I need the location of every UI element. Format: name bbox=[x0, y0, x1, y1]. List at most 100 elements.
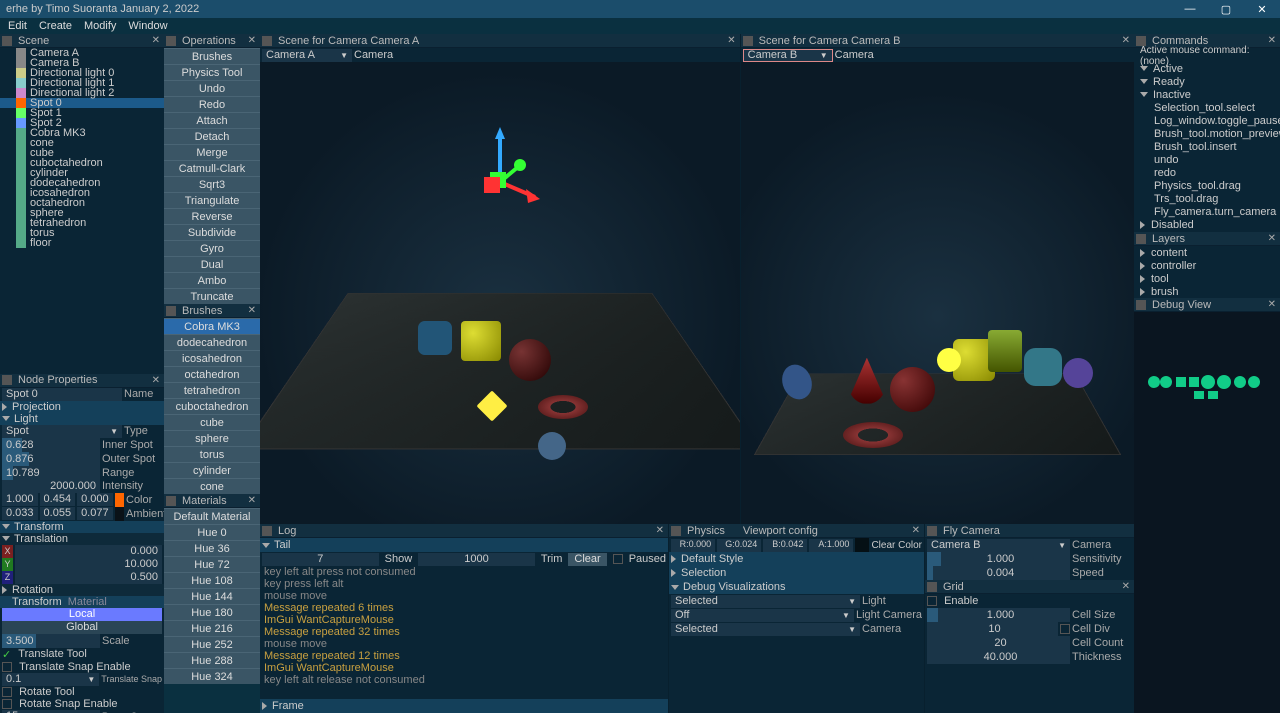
translation-expand[interactable]: Translation bbox=[0, 533, 164, 545]
node-properties-header[interactable]: Node Properties ✕ bbox=[0, 374, 164, 388]
material-button[interactable]: Default Material bbox=[164, 508, 260, 524]
brush-button[interactable]: icosahedron bbox=[164, 350, 260, 366]
menu-edit[interactable]: Edit bbox=[4, 20, 31, 32]
scene-item[interactable]: Directional light 2 bbox=[0, 88, 164, 98]
operations-header[interactable]: Operations✕ bbox=[164, 34, 260, 48]
clear-b[interactable]: B:0.042 bbox=[763, 539, 807, 552]
brush-button[interactable]: Cobra MK3 bbox=[164, 318, 260, 334]
clear-button[interactable]: Clear bbox=[568, 553, 606, 566]
physics-combo[interactable]: Off▼ bbox=[671, 609, 854, 622]
material-button[interactable]: Hue 180 bbox=[164, 604, 260, 620]
camera-b-combo[interactable]: Camera B▼ bbox=[743, 49, 833, 62]
color-b[interactable]: 0.000 bbox=[77, 493, 113, 506]
physics-combo[interactable]: Selected▼ bbox=[671, 595, 860, 608]
gizmo-icon[interactable] bbox=[460, 127, 540, 217]
operation-button[interactable]: Sqrt3 bbox=[164, 176, 260, 192]
material-button[interactable]: Hue 0 bbox=[164, 524, 260, 540]
brush-button[interactable]: torus bbox=[164, 446, 260, 462]
layer-item[interactable]: tool bbox=[1134, 272, 1280, 285]
operation-button[interactable]: Dual bbox=[164, 256, 260, 272]
close-icon[interactable]: ✕ bbox=[1266, 233, 1278, 244]
light-type-combo[interactable]: Spot▼ bbox=[2, 425, 122, 438]
log-last-n[interactable]: 1000 bbox=[418, 553, 535, 566]
log-count[interactable]: 7 bbox=[262, 553, 379, 566]
scene-item[interactable]: tetrahedron bbox=[0, 218, 164, 228]
ambient-swatch[interactable] bbox=[115, 507, 124, 521]
default-style-section[interactable]: Default Style bbox=[669, 552, 924, 566]
operation-button[interactable]: Reverse bbox=[164, 208, 260, 224]
operation-button[interactable]: Subdivide bbox=[164, 224, 260, 240]
clear-a[interactable]: A:1.000 bbox=[809, 539, 853, 552]
close-icon[interactable]: ✕ bbox=[246, 495, 258, 506]
brush-button[interactable]: cone bbox=[164, 478, 260, 494]
name-field[interactable]: Spot 0 bbox=[2, 388, 122, 401]
command-item[interactable]: Brush_tool.insert bbox=[1134, 140, 1280, 153]
maximize-button[interactable]: ▢ bbox=[1208, 0, 1244, 18]
operation-button[interactable]: Detach bbox=[164, 128, 260, 144]
debug-viz-section[interactable]: Debug Visualizations bbox=[669, 580, 924, 594]
range-slider[interactable]: 10.789 bbox=[2, 466, 100, 480]
command-item[interactable]: Fly_camera.turn_camera bbox=[1134, 205, 1280, 218]
scene-item[interactable]: octahedron bbox=[0, 198, 164, 208]
command-item[interactable]: Selection_tool.select bbox=[1134, 101, 1280, 114]
speed-slider[interactable]: 0.004 bbox=[927, 566, 1070, 580]
color-g[interactable]: 0.454 bbox=[40, 493, 76, 506]
close-icon[interactable]: ✕ bbox=[150, 35, 162, 46]
sensitivity-slider[interactable]: 1.000 bbox=[927, 552, 1070, 566]
minimize-button[interactable]: — bbox=[1172, 0, 1208, 18]
global-button[interactable]: Global bbox=[2, 621, 162, 634]
close-icon[interactable]: ✕ bbox=[654, 525, 666, 536]
translate-z[interactable]: 0.500 bbox=[15, 571, 162, 584]
cmd-disabled[interactable]: Disabled bbox=[1134, 218, 1280, 231]
layer-item[interactable]: content bbox=[1134, 246, 1280, 259]
command-item[interactable]: Trs_tool.drag bbox=[1134, 192, 1280, 205]
scene-panel-header[interactable]: Scene ✕ bbox=[0, 34, 164, 48]
scene-item[interactable]: cuboctahedron bbox=[0, 158, 164, 168]
scene-item[interactable]: Spot 1 bbox=[0, 108, 164, 118]
close-icon[interactable]: ✕ bbox=[1120, 581, 1132, 592]
material-button[interactable]: Hue 288 bbox=[164, 652, 260, 668]
physics-combo[interactable]: Selected▼ bbox=[671, 623, 860, 636]
viewport-a-render[interactable] bbox=[260, 62, 740, 524]
color-r[interactable]: 1.000 bbox=[2, 493, 38, 506]
scene-b-header[interactable]: Scene for Camera Camera B✕ bbox=[741, 34, 1134, 48]
translate-snap-enable-check[interactable]: Translate Snap Enable bbox=[0, 661, 164, 673]
scale-slider[interactable]: 3.500 bbox=[2, 634, 100, 648]
local-button[interactable]: Local bbox=[2, 608, 162, 621]
close-icon[interactable]: ✕ bbox=[1120, 35, 1132, 46]
operation-button[interactable]: Truncate bbox=[164, 288, 260, 304]
menu-modify[interactable]: Modify bbox=[80, 20, 120, 32]
debug-view-header[interactable]: Debug View✕ bbox=[1134, 298, 1280, 312]
intensity-input[interactable]: 2000.000 bbox=[2, 480, 100, 493]
scene-item[interactable]: torus bbox=[0, 228, 164, 238]
fly-camera-combo[interactable]: Camera B▼ bbox=[927, 539, 1070, 552]
material-button[interactable]: Hue 72 bbox=[164, 556, 260, 572]
ambient-r[interactable]: 0.033 bbox=[2, 507, 38, 520]
layer-item[interactable]: brush bbox=[1134, 285, 1280, 298]
light-section[interactable]: Light bbox=[0, 413, 164, 425]
brush-button[interactable]: cylinder bbox=[164, 462, 260, 478]
log-header[interactable]: Log✕ bbox=[260, 524, 668, 538]
cmd-ready[interactable]: Ready bbox=[1134, 75, 1280, 88]
cell-count-slider[interactable]: 20 bbox=[927, 636, 1070, 650]
ambient-g[interactable]: 0.055 bbox=[40, 507, 76, 520]
scene-item[interactable]: cone bbox=[0, 138, 164, 148]
operation-button[interactable]: Merge bbox=[164, 144, 260, 160]
operation-button[interactable]: Brushes bbox=[164, 48, 260, 64]
close-icon[interactable]: ✕ bbox=[910, 525, 922, 536]
menu-create[interactable]: Create bbox=[35, 20, 76, 32]
translate-tool-check[interactable]: ✓ Translate Tool bbox=[0, 648, 164, 661]
physics-header[interactable]: PhysicsViewport config✕ bbox=[669, 524, 924, 538]
command-item[interactable]: Brush_tool.motion_preview bbox=[1134, 127, 1280, 140]
thickness-slider[interactable]: 40.000 bbox=[927, 650, 1070, 664]
command-item[interactable]: Physics_tool.drag bbox=[1134, 179, 1280, 192]
grid-header[interactable]: Grid✕ bbox=[925, 580, 1134, 594]
operation-button[interactable]: Triangulate bbox=[164, 192, 260, 208]
materials-header[interactable]: Materials✕ bbox=[164, 494, 260, 508]
scene-item[interactable]: Camera A bbox=[0, 48, 164, 58]
close-icon[interactable]: ✕ bbox=[150, 375, 162, 386]
ambient-b[interactable]: 0.077 bbox=[77, 507, 113, 520]
tab-material[interactable]: Material bbox=[68, 596, 107, 608]
paused-check[interactable] bbox=[613, 554, 623, 564]
tail-section[interactable]: Tail bbox=[260, 538, 668, 552]
